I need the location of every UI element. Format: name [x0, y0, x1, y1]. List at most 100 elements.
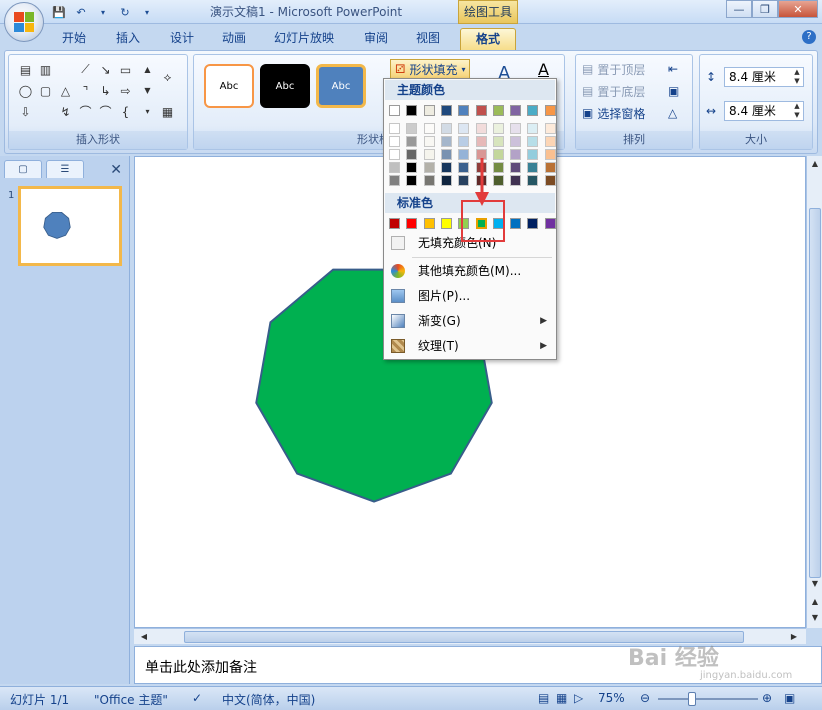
- shape-curve-icon[interactable]: ⌒: [77, 103, 94, 120]
- rotate-icon[interactable]: △: [668, 103, 677, 123]
- text-fill-icon[interactable]: A: [538, 59, 549, 79]
- send-to-back-button[interactable]: ▤ 置于底层: [582, 81, 645, 101]
- theme-color-shade-swatch[interactable]: [389, 149, 400, 160]
- shape-down-arrow-icon[interactable]: ⇩: [17, 103, 34, 120]
- help-icon[interactable]: ?: [802, 30, 816, 44]
- slide-thumbnail[interactable]: [18, 186, 122, 266]
- theme-color-swatch[interactable]: [527, 105, 539, 116]
- standard-color-swatch[interactable]: [389, 218, 400, 229]
- theme-color-shade-swatch[interactable]: [544, 136, 556, 147]
- normal-view-icon[interactable]: ▤: [538, 691, 549, 705]
- shape-rectangle-icon[interactable]: ▭: [117, 61, 134, 78]
- group-icon[interactable]: ▣: [668, 81, 679, 101]
- theme-color-shade-swatch[interactable]: [423, 149, 435, 160]
- theme-color-shade-swatch[interactable]: [423, 162, 435, 173]
- vertical-scrollbar[interactable]: ▲ ▼ ▲ ▼: [806, 156, 822, 628]
- zoom-in-icon[interactable]: ⊕: [762, 691, 772, 705]
- theme-color-shade-swatch[interactable]: [423, 175, 435, 186]
- theme-color-shade-swatch[interactable]: [389, 175, 400, 186]
- theme-color-shade-swatch[interactable]: [510, 123, 522, 134]
- tab-format[interactable]: 格式: [460, 28, 516, 50]
- gradient-fill-item[interactable]: 渐变(G) ▶: [385, 309, 555, 333]
- theme-color-shade-swatch[interactable]: [527, 149, 539, 160]
- shape-arrow-line-icon[interactable]: ↘: [97, 61, 114, 78]
- tab-home[interactable]: 开始: [50, 28, 98, 50]
- redo-icon[interactable]: ↻: [116, 4, 134, 20]
- theme-color-shade-swatch[interactable]: [458, 162, 470, 173]
- tab-insert[interactable]: 插入: [104, 28, 152, 50]
- theme-color-shade-swatch[interactable]: [492, 149, 504, 160]
- theme-color-shade-swatch[interactable]: [527, 175, 539, 186]
- textbox-icon[interactable]: ▦: [159, 103, 176, 120]
- theme-color-shade-swatch[interactable]: [406, 162, 418, 173]
- standard-color-swatch[interactable]: [510, 218, 522, 229]
- save-icon[interactable]: 💾: [50, 4, 68, 20]
- theme-color-shade-swatch[interactable]: [544, 175, 556, 186]
- shape-brace-icon[interactable]: {: [117, 103, 134, 120]
- picture-fill-item[interactable]: 图片(P)...: [385, 284, 555, 308]
- next-slide-icon[interactable]: ▼: [807, 610, 822, 626]
- theme-color-shade-swatch[interactable]: [510, 175, 522, 186]
- style-preset-blue[interactable]: Abc: [316, 64, 366, 108]
- theme-color-swatch[interactable]: [458, 105, 470, 116]
- theme-color-shade-swatch[interactable]: [423, 136, 435, 147]
- tab-outline[interactable]: ☰: [46, 160, 84, 178]
- minimize-button[interactable]: —: [726, 0, 752, 18]
- theme-color-shade-swatch[interactable]: [440, 149, 452, 160]
- theme-color-shade-swatch[interactable]: [458, 149, 470, 160]
- tab-review[interactable]: 审阅: [352, 28, 400, 50]
- standard-color-swatch[interactable]: [440, 218, 452, 229]
- shapes-scroll-up-icon[interactable]: ▲: [139, 61, 156, 78]
- standard-color-swatch[interactable]: [406, 218, 418, 229]
- texture-fill-item[interactable]: 纹理(T) ▶: [385, 334, 555, 358]
- theme-color-shade-swatch[interactable]: [423, 123, 435, 134]
- zoom-out-icon[interactable]: ⊖: [640, 691, 650, 705]
- theme-color-shade-swatch[interactable]: [440, 175, 452, 186]
- width-spinner-arrows-icon[interactable]: ▲ ▼: [791, 102, 803, 120]
- zoom-slider[interactable]: [658, 698, 758, 700]
- theme-color-shade-swatch[interactable]: [492, 136, 504, 147]
- theme-color-shade-swatch[interactable]: [440, 123, 452, 134]
- standard-color-swatch[interactable]: [527, 218, 539, 229]
- theme-color-swatch[interactable]: [440, 105, 452, 116]
- shape-oval-icon[interactable]: ◯: [17, 82, 34, 99]
- theme-color-shade-swatch[interactable]: [527, 162, 539, 173]
- undo-dropdown-icon[interactable]: ▾: [94, 4, 112, 20]
- style-preset-orange[interactable]: Abc: [204, 64, 254, 108]
- edit-shape-icon[interactable]: ⟡: [159, 69, 176, 86]
- shape-arc-icon[interactable]: ⌒: [97, 103, 114, 120]
- undo-icon[interactable]: ↶: [72, 4, 90, 20]
- theme-color-swatch[interactable]: [492, 105, 504, 116]
- theme-color-shade-swatch[interactable]: [527, 136, 539, 147]
- theme-color-shade-swatch[interactable]: [475, 136, 487, 147]
- theme-color-shade-swatch[interactable]: [406, 123, 418, 134]
- theme-color-shade-swatch[interactable]: [458, 136, 470, 147]
- style-preset-black[interactable]: Abc: [260, 64, 310, 108]
- more-fill-colors-item[interactable]: 其他填充颜色(M)...: [385, 259, 555, 283]
- shape-elbow-arrow-icon[interactable]: ↳: [97, 82, 114, 99]
- height-spinner-arrows-icon[interactable]: ▲ ▼: [791, 68, 803, 86]
- theme-color-shade-swatch[interactable]: [389, 123, 400, 134]
- tab-slideshow[interactable]: 幻灯片放映: [266, 28, 342, 50]
- theme-color-shade-swatch[interactable]: [389, 162, 400, 173]
- zoom-slider-knob[interactable]: [688, 692, 696, 706]
- shape-star-icon[interactable]: ↯: [57, 103, 74, 120]
- width-input[interactable]: 8.4 厘米 ▲ ▼: [724, 101, 804, 121]
- theme-color-shade-swatch[interactable]: [492, 123, 504, 134]
- scroll-up-icon[interactable]: ▲: [807, 156, 822, 172]
- shape-rounded-rect-icon[interactable]: ▢: [37, 82, 54, 99]
- close-button[interactable]: ✕: [778, 0, 818, 18]
- theme-color-shade-swatch[interactable]: [492, 162, 504, 173]
- theme-color-shade-swatch[interactable]: [544, 123, 556, 134]
- tab-animations[interactable]: 动画: [210, 28, 258, 50]
- bring-to-front-button[interactable]: ▤ 置于顶层: [582, 59, 645, 79]
- standard-color-swatch[interactable]: [423, 218, 435, 229]
- theme-color-shade-swatch[interactable]: [406, 149, 418, 160]
- height-input[interactable]: 8.4 厘米 ▲ ▼: [724, 67, 804, 87]
- theme-color-shade-swatch[interactable]: [406, 175, 418, 186]
- theme-color-shade-swatch[interactable]: [510, 162, 522, 173]
- shapes-more-icon[interactable]: ▾: [139, 103, 156, 120]
- office-button[interactable]: [4, 2, 44, 42]
- selection-pane-button[interactable]: ▣ 选择窗格: [582, 103, 645, 123]
- theme-color-shade-swatch[interactable]: [406, 136, 418, 147]
